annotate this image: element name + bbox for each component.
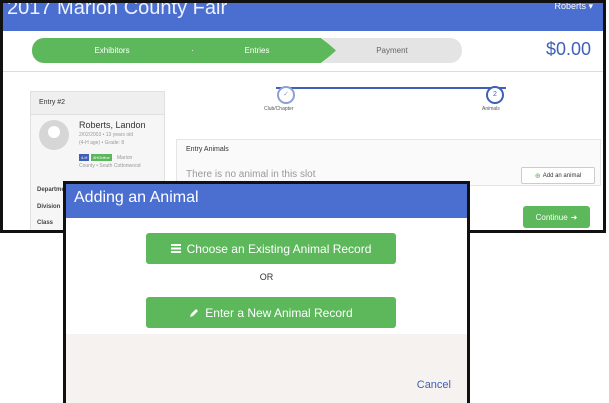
enter-new-animal-button[interactable]: Enter a New Animal Record	[146, 297, 396, 328]
exhibitor-dob: 2/02/2003 • 13 years old	[79, 132, 134, 138]
step-entries[interactable]: Entries	[177, 38, 337, 63]
entry-animals-title: Entry Animals	[186, 146, 229, 153]
step-label-animals: Animals	[482, 106, 500, 112]
divider	[3, 71, 603, 72]
exhibitor-name: Roberts, Landon	[79, 120, 146, 130]
entry-heading: Entry #2	[31, 92, 164, 115]
badge-4h: 4-H	[79, 154, 90, 161]
pencil-icon	[190, 308, 199, 317]
modal-title: Adding an Animal	[74, 189, 199, 206]
add-animal-modal: Adding an Animal Choose an Existing Anim…	[63, 181, 470, 403]
exhibitor-location: County • South Cottonwood	[79, 163, 141, 169]
add-animal-button[interactable]: ⊕ Add an animal	[521, 167, 595, 184]
list-icon	[170, 244, 181, 253]
class-label: Class	[37, 220, 54, 226]
avatar	[39, 120, 69, 150]
add-animal-label: Add an animal	[542, 172, 582, 179]
choose-existing-animal-button[interactable]: Choose an Existing Animal Record	[146, 233, 396, 264]
plus-circle-icon: ⊕	[534, 172, 541, 180]
enter-new-label: Enter a New Animal Record	[205, 305, 353, 320]
cancel-link[interactable]: Cancel	[417, 379, 451, 391]
or-separator: OR	[259, 272, 274, 282]
continue-label: Continue	[535, 212, 568, 222]
step-exhibitors[interactable]: Exhibitors	[32, 38, 192, 63]
arrow-right-circle-icon: ➜	[570, 212, 578, 222]
badge-location: Marion	[117, 155, 133, 161]
modal-footer	[66, 334, 467, 403]
continue-button[interactable]: Continue ➜	[523, 206, 590, 228]
empty-slot-text: There is no animal in this slot	[186, 169, 316, 180]
modal-header: Adding an Animal	[66, 184, 467, 218]
choose-existing-label: Choose an Existing Animal Record	[186, 241, 372, 256]
step-payment[interactable]: Payment	[322, 38, 462, 63]
progress-line	[276, 87, 506, 89]
top-bar: 2017 Marion County Fair Roberts ▾	[3, 3, 603, 31]
check-icon: ✓	[277, 86, 295, 104]
cart-total: $0.00	[545, 39, 591, 59]
step-label-club: Club/Chapter	[264, 106, 294, 112]
step-number-badge: 2	[486, 86, 504, 104]
user-menu[interactable]: Roberts ▾	[554, 3, 593, 12]
badge-4honline: 4HOnline	[91, 154, 112, 161]
exhibitor-grade: (4-H age) • Grade: 8	[79, 140, 125, 146]
division-label: Division	[37, 204, 61, 210]
wizard-steps: Exhibitors Entries Payment	[32, 38, 462, 63]
app-title: 2017 Marion County Fair	[7, 0, 228, 19]
